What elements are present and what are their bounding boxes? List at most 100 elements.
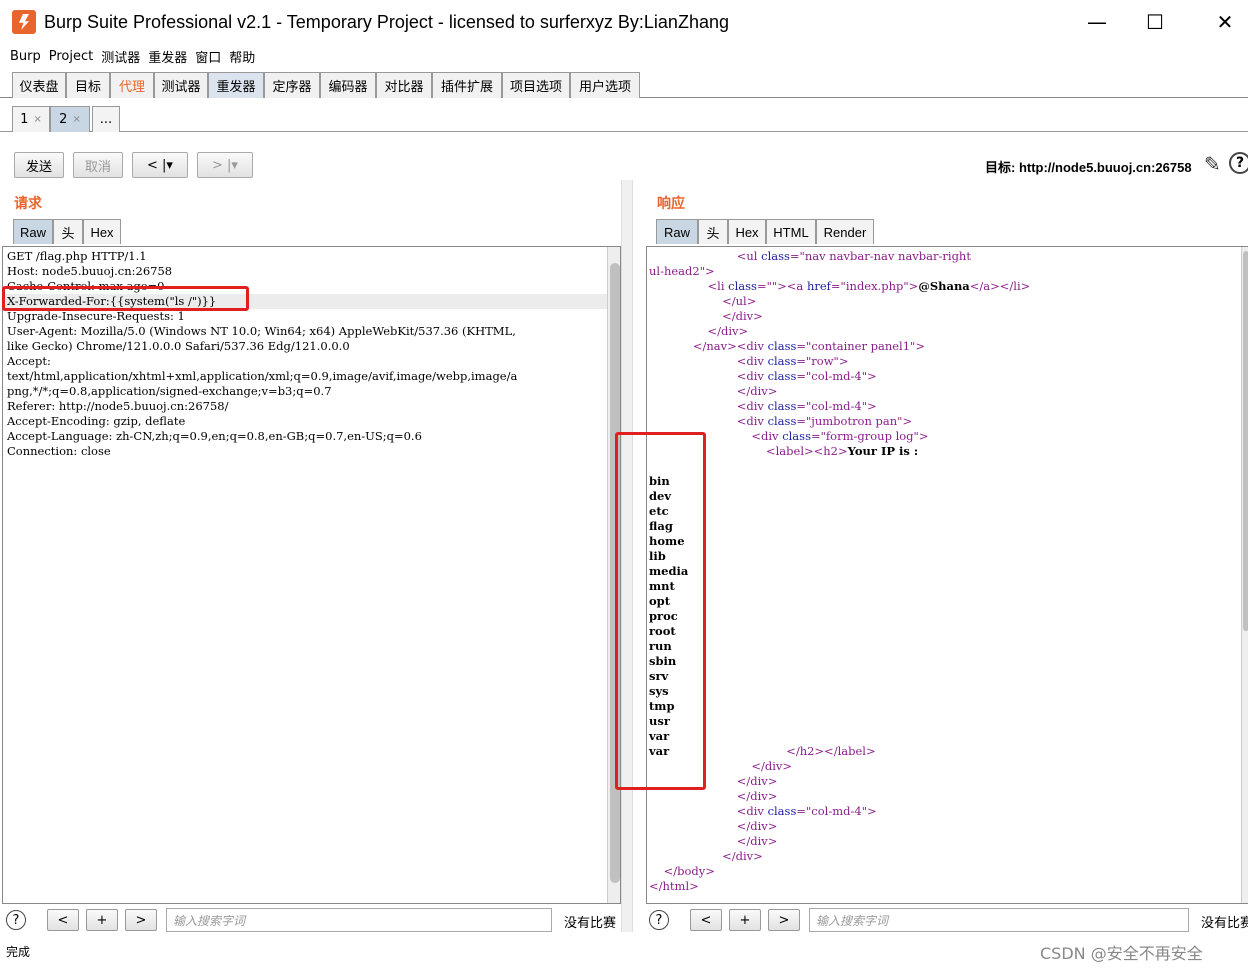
repeater-tab-label: 1 [20,112,29,127]
response-scroll-thumb[interactable] [1243,251,1248,631]
tab-project-options[interactable]: 项目选项 [502,72,570,98]
request-tab-raw[interactable]: Raw [13,219,53,244]
status-text: 完成 [6,945,31,959]
highlight-box [2,286,249,311]
request-line: Connection: close [7,444,111,458]
burp-logo-icon [12,10,36,34]
response-title: 响应 [657,196,685,212]
response-line: <div class="form-group log"> [751,429,929,443]
close-icon[interactable]: × [33,114,41,125]
response-search-prev-button[interactable]: < [690,909,722,931]
menu-help[interactable]: 帮助 [229,47,255,66]
response-tab-headers[interactable]: 头 [698,219,728,244]
ls-output-entry: root [649,624,676,638]
maximize-button[interactable]: ☐ [1140,8,1170,36]
response-editor[interactable]: <ul class="nav navbar-nav navbar-right ul… [646,246,1248,904]
ls-output-entry: var [649,729,670,743]
ls-output-entry: etc [649,504,669,518]
back-button[interactable]: < |▾ [132,152,188,178]
tab-dashboard[interactable]: 仪表盘 [12,72,66,98]
tab-intruder[interactable]: 测试器 [154,72,208,98]
ls-output-entry: home [649,534,685,548]
highlight-box [615,432,706,790]
request-line: Upgrade-Insecure-Requests: 1 [7,309,185,323]
response-line: </div> [722,309,763,323]
response-line: </ul> [722,294,757,308]
new-tab-button[interactable]: ... [92,106,120,132]
tab-user-options[interactable]: 用户选项 [570,72,640,98]
request-line: text/html,application/xhtml+xml,applicat… [7,369,518,383]
ls-output-entry: dev [649,489,672,503]
repeater-tab-2[interactable]: 2 × [50,106,90,132]
response-line: </div> [707,324,749,338]
response-line: <div class="jumbotron pan"> [736,414,913,428]
tab-extender[interactable]: 插件扩展 [432,72,502,98]
response-line: </div> [736,834,778,848]
request-line: like Gecko) Chrome/121.0.0.0 Safari/537.… [7,339,350,353]
ls-output-entry: usr [649,714,670,728]
menu-repeater[interactable]: 重发器 [148,47,187,66]
watermark: CSDN @安全不再安全 [1040,944,1203,963]
request-search-input[interactable]: 输入搜索字词 [166,908,552,932]
response-line: </html> [649,879,699,893]
request-editor[interactable]: GET /flag.php HTTP/1.1 Host: node5.buuoj.… [2,246,621,904]
repeater-tab-1[interactable]: 1 × [12,106,50,132]
ls-output-entry: bin [649,474,670,488]
ls-output-entry: sys [649,684,669,698]
forward-button[interactable]: > |▾ [197,152,253,178]
response-line [649,459,1248,474]
response-view-tabs: Raw 头 Hex HTML Render [656,219,874,244]
close-button[interactable]: ✕ [1210,8,1240,36]
response-tab-html[interactable]: HTML [766,219,816,244]
request-line: Accept-Language: zh-CN,zh;q=0.9,en;q=0.8… [7,429,422,443]
close-icon[interactable]: × [72,114,80,125]
response-tab-raw[interactable]: Raw [656,219,698,244]
send-button[interactable]: 发送 [14,152,64,178]
tab-sequencer[interactable]: 定序器 [264,72,320,98]
request-help-icon[interactable]: ? [6,910,26,930]
menu-bar: Burp Project 测试器 重发器 窗口 帮助 [0,44,1248,68]
ls-output-entry: mnt [649,579,675,593]
response-scrollbar[interactable] [1241,247,1248,903]
request-search-next-button[interactable]: > [125,909,157,931]
request-line: User-Agent: Mozilla/5.0 (Windows NT 10.0… [7,324,516,338]
minimize-button[interactable]: — [1082,8,1112,36]
ls-output-entry: media [649,564,689,578]
request-search-prev-button[interactable]: < [47,909,79,931]
tab-decoder[interactable]: 编码器 [320,72,376,98]
response-text: <ul class="nav navbar-nav navbar-right ul… [647,247,1248,894]
ls-output-entry: sbin [649,654,677,668]
menu-project[interactable]: Project [49,49,93,64]
response-search-input[interactable]: 输入搜索字词 [809,908,1189,932]
response-help-icon[interactable]: ? [649,910,669,930]
menu-intruder[interactable]: 测试器 [101,47,140,66]
request-tab-hex[interactable]: Hex [83,219,121,244]
response-line: </body> [663,864,715,878]
response-tab-render[interactable]: Render [816,219,874,244]
response-line: </div> [736,819,778,833]
response-line: <div class="row"> [736,354,849,368]
tab-target[interactable]: 目标 [66,72,110,98]
tab-proxy[interactable]: 代理 [110,72,154,98]
request-text: GET /flag.php HTTP/1.1 Host: node5.buuoj.… [3,247,620,459]
response-line: <div class="col-md-4"> [736,804,877,818]
request-tab-headers[interactable]: 头 [53,219,83,244]
menu-window[interactable]: 窗口 [195,47,221,66]
response-search-next-button[interactable]: > [768,909,800,931]
request-search-add-button[interactable]: + [86,909,118,931]
edit-target-pencil-icon[interactable]: ✎ [1204,152,1221,176]
response-line: <div class="col-md-4"> [736,399,877,413]
target-label: 目标: http://node5.buuoj.cn:26758 [985,160,1192,175]
main-tab-strip: 仪表盘 目标 代理 测试器 重发器 定序器 编码器 对比器 插件扩展 项目选项 … [0,70,1248,98]
tab-repeater[interactable]: 重发器 [208,72,264,98]
response-search-add-button[interactable]: + [729,909,761,931]
response-line: var </h2></label> [649,744,876,758]
request-match-count: 没有比赛 [564,916,617,931]
menu-burp[interactable]: Burp [10,49,41,64]
ls-output-entry: lib [649,549,666,563]
ls-output-entry: run [649,639,672,653]
cancel-button[interactable]: 取消 [73,152,123,178]
response-tab-hex[interactable]: Hex [728,219,766,244]
help-icon[interactable]: ? [1229,152,1248,174]
tab-comparer[interactable]: 对比器 [376,72,432,98]
